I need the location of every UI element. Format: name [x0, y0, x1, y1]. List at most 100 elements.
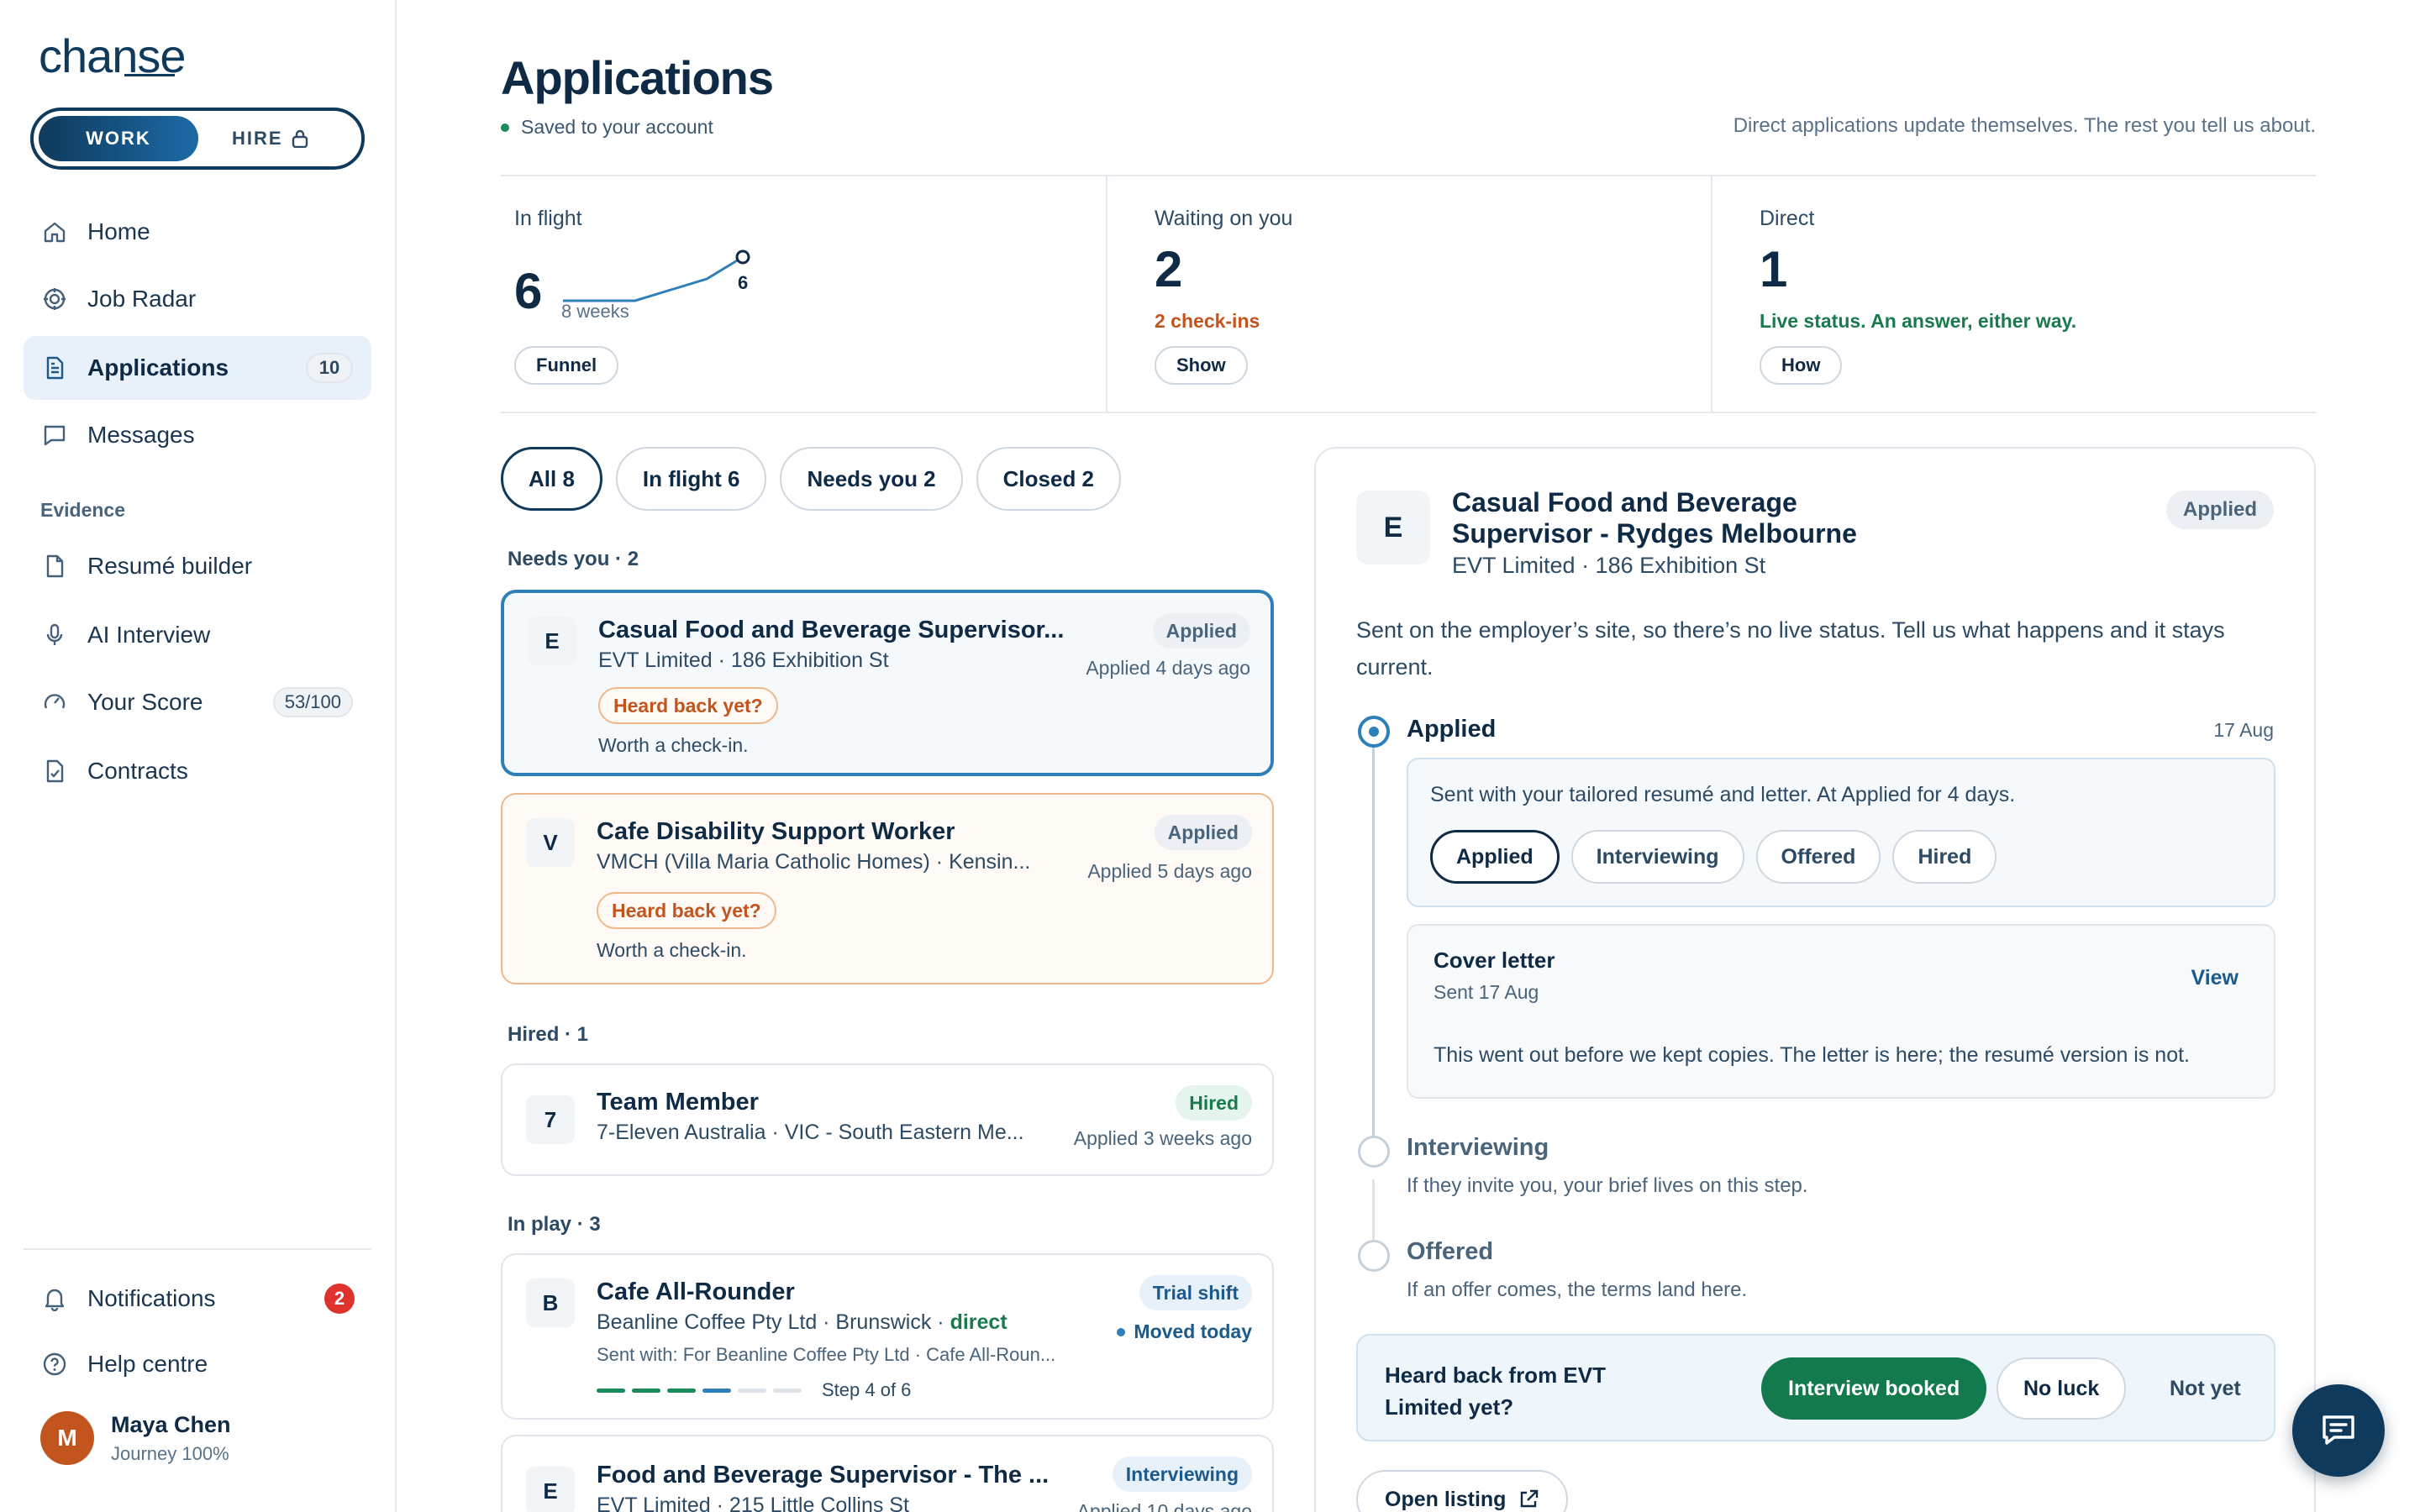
work-mode-button[interactable]: WORK	[39, 116, 198, 161]
cover-letter-note: This went out before we kept copies. The…	[1434, 1043, 2190, 1067]
heard-back-box: Heard back from EVT Limited yet? Intervi…	[1356, 1334, 2275, 1441]
timeline-step-interviewing: Interviewing	[1407, 1134, 1549, 1161]
job-title: Team Member	[597, 1089, 759, 1116]
bell-icon	[40, 1284, 69, 1313]
how-button[interactable]: How	[1760, 346, 1843, 385]
timeline-line	[1372, 748, 1375, 1149]
timeline-step-offered: Offered	[1407, 1238, 1494, 1265]
applied-time: Applied 4 days ago	[1086, 657, 1250, 679]
sent-with-text: Sent with: For Beanline Coffee Pty Ltd ·…	[597, 1344, 1056, 1365]
funnel-button[interactable]: Funnel	[514, 346, 619, 385]
application-detail-panel: E Casual Food and Beverage Supervisor - …	[1314, 447, 2316, 1512]
sidebar-item-notifications[interactable]: Notifications 2	[24, 1267, 371, 1331]
show-button[interactable]: Show	[1155, 346, 1248, 385]
app-root: chanse WORK HIRE Home Job Radar Applicat…	[0, 0, 2420, 1512]
hire-mode-label: HIRE	[232, 128, 283, 149]
not-yet-button[interactable]: Not yet	[2156, 1357, 2254, 1420]
sidebar-item-home[interactable]: Home	[24, 200, 371, 264]
check-in-hint: Worth a check-in.	[598, 734, 749, 756]
moved-dot-icon	[1117, 1327, 1126, 1336]
stat-note: 2 check-ins	[1155, 310, 1260, 332]
filter-needs-you[interactable]: Needs you 2	[780, 447, 963, 511]
sidebar-item-label: AI Interview	[87, 622, 211, 648]
sidebar-item-ai-interview[interactable]: AI Interview	[24, 603, 371, 667]
sidebar-item-job-radar[interactable]: Job Radar	[24, 267, 371, 331]
check-in-hint: Worth a check-in.	[597, 939, 747, 961]
application-card[interactable]: E Food and Beverage Supervisor - The ...…	[501, 1435, 1274, 1512]
step-progress: Step 4 of 6	[597, 1379, 911, 1401]
filter-chips: All 8 In flight 6 Needs you 2 Closed 2	[501, 447, 1122, 511]
status-badge: Trial shift	[1139, 1275, 1252, 1310]
stat-value: 1	[1760, 241, 1788, 297]
sidebar-divider	[24, 1248, 371, 1250]
heard-back-button[interactable]: Heard back yet?	[598, 687, 778, 724]
timeline-note: If an offer comes, the terms land here.	[1407, 1278, 1748, 1301]
group-label-hired: Hired · 1	[508, 1023, 589, 1046]
no-luck-button[interactable]: No luck	[1996, 1357, 2127, 1420]
lock-icon	[292, 129, 308, 148]
step-label: Step 4 of 6	[822, 1379, 912, 1400]
hire-mode-button[interactable]: HIRE	[232, 116, 350, 161]
filter-in-flight[interactable]: In flight 6	[615, 447, 767, 511]
timeline-note: If they invite you, your brief lives on …	[1407, 1174, 1808, 1197]
stage-selector: Applied Interviewing Offered Hired	[1430, 830, 1997, 884]
cover-letter-box: Cover letter Sent 17 Aug View This went …	[1407, 924, 2275, 1099]
stat-note: Live status. An answer, either way.	[1760, 310, 2077, 332]
stats-row: In flight 6 6 8 weeks Funnel Waiting on …	[501, 175, 2316, 413]
open-listing-button[interactable]: Open listing	[1356, 1470, 1569, 1512]
company-initial: E	[526, 1467, 575, 1512]
external-link-icon	[1521, 1489, 1539, 1508]
status-badge: Interviewing	[1112, 1457, 1252, 1492]
job-title: Cafe All-Rounder	[597, 1278, 795, 1305]
timeline-line	[1372, 1179, 1375, 1240]
sidebar-item-contracts[interactable]: Contracts	[24, 739, 371, 803]
stage-offered-button[interactable]: Offered	[1755, 830, 1881, 884]
sparkline-line	[563, 255, 744, 302]
interview-booked-button[interactable]: Interview booked	[1761, 1357, 1987, 1420]
sidebar-item-applications[interactable]: Applications 10	[24, 336, 371, 400]
sidebar-item-your-score[interactable]: Your Score 53/100	[24, 670, 371, 734]
sparkline-end-point	[735, 249, 750, 265]
stage-hired-button[interactable]: Hired	[1892, 830, 1997, 884]
avatar: M	[40, 1411, 94, 1465]
stat-label: Direct	[1760, 207, 1815, 230]
filter-all[interactable]: All 8	[501, 447, 602, 511]
sidebar-item-label: Applications	[87, 354, 229, 381]
logo-underline	[124, 74, 175, 76]
stage-interviewing-button[interactable]: Interviewing	[1570, 830, 1744, 884]
sidebar-item-resume-builder[interactable]: Resumé builder	[24, 534, 371, 598]
cover-letter-title: Cover letter	[1434, 948, 1555, 973]
application-card[interactable]: E Casual Food and Beverage Supervisor...…	[501, 590, 1274, 776]
mode-toggle: WORK HIRE	[30, 108, 365, 170]
job-title: Cafe Disability Support Worker	[597, 818, 955, 845]
user-profile[interactable]: M Maya Chen Journey 100%	[40, 1411, 231, 1465]
user-name: Maya Chen	[111, 1411, 231, 1437]
status-badge: Applied	[1152, 613, 1250, 648]
saved-status: Saved to your account	[501, 116, 713, 139]
file-icon	[40, 552, 69, 580]
stage-applied-button[interactable]: Applied	[1430, 830, 1560, 884]
sparkline-end-label: 6	[738, 272, 748, 293]
document-icon	[40, 354, 69, 382]
timeline-dot-applied	[1358, 716, 1390, 748]
application-card[interactable]: B Cafe All-Rounder Beanline Coffee Pty L…	[501, 1253, 1274, 1420]
sidebar-item-label: Your Score	[87, 689, 203, 715]
step-segment	[667, 1388, 696, 1393]
filter-closed[interactable]: Closed 2	[976, 447, 1122, 511]
application-card[interactable]: 7 Team Member 7-Eleven Australia · VIC -…	[501, 1063, 1274, 1176]
job-title: Casual Food and Beverage Supervisor...	[598, 617, 1065, 643]
sidebar-item-messages[interactable]: Messages	[24, 403, 371, 467]
view-cover-letter-link[interactable]: View	[2191, 966, 2238, 990]
applied-time: Applied 10 days ago	[1076, 1500, 1252, 1512]
sidebar-item-help-centre[interactable]: Help centre	[24, 1332, 371, 1396]
heard-back-button[interactable]: Heard back yet?	[597, 892, 776, 929]
application-card[interactable]: V Cafe Disability Support Worker VMCH (V…	[501, 793, 1274, 984]
detail-intro: Sent on the employer’s site, so there’s …	[1356, 617, 2225, 680]
stage-message: Sent with your tailored resumé and lette…	[1430, 783, 2016, 806]
status-badge: Hired	[1176, 1085, 1252, 1121]
contract-icon	[40, 757, 69, 785]
step-segment	[738, 1388, 766, 1393]
user-journey: Journey 100%	[111, 1442, 229, 1464]
chat-button[interactable]	[2292, 1384, 2385, 1477]
heard-back-question: Heard back from EVT Limited yet?	[1385, 1362, 1606, 1420]
